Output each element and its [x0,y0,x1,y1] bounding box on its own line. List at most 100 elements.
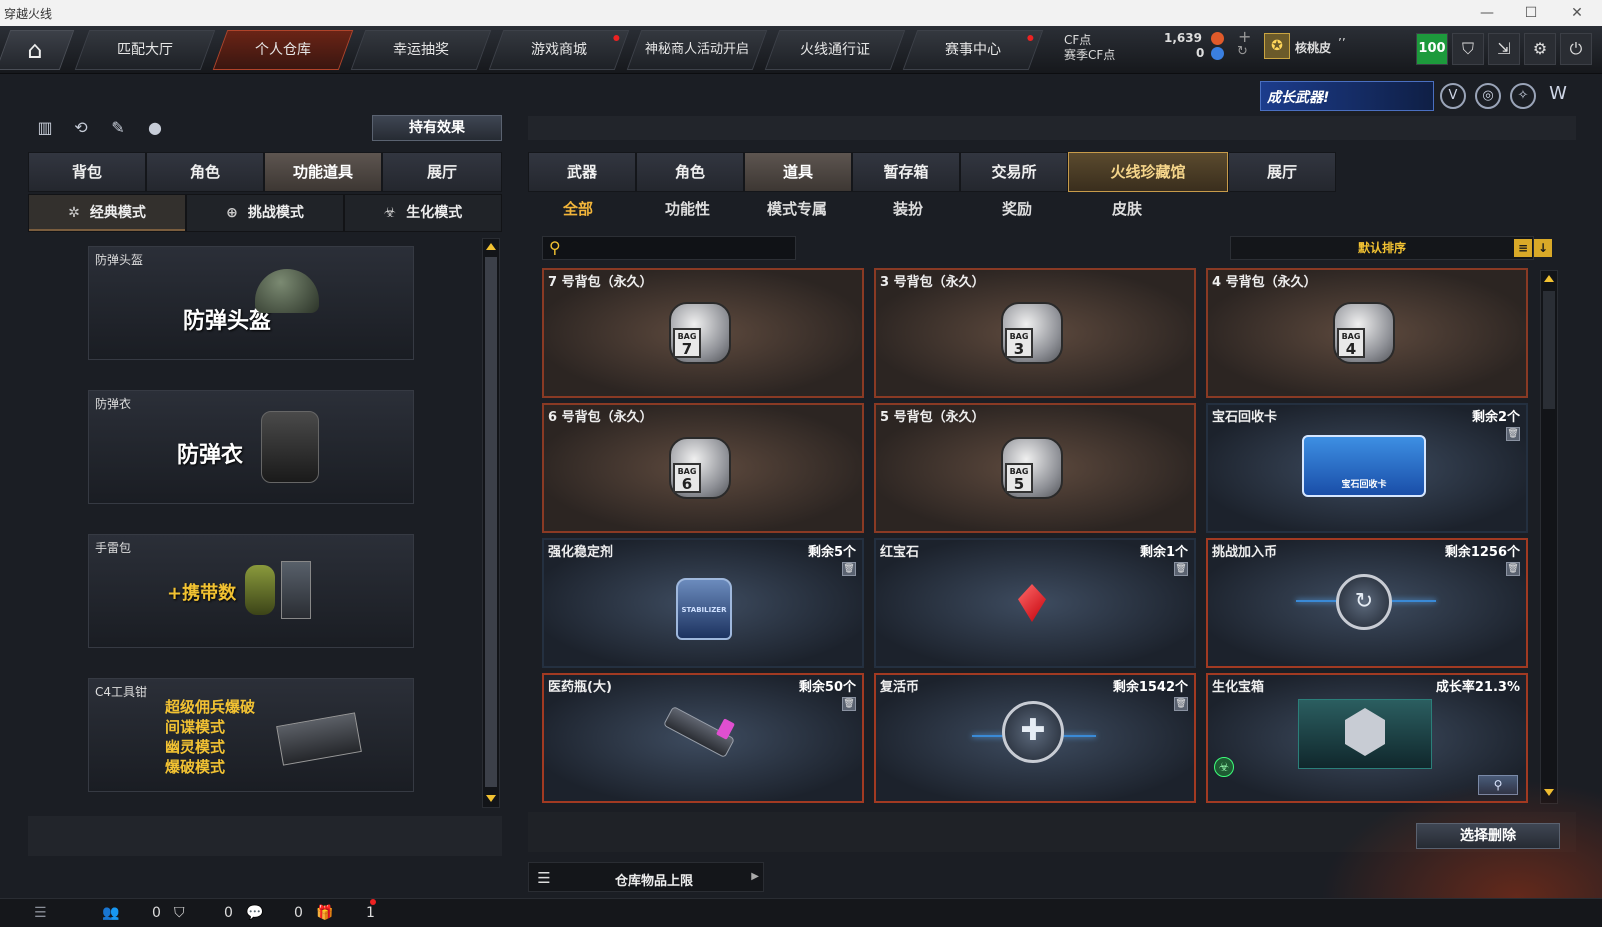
scroll-thumb[interactable] [485,257,497,787]
right-header-strip [528,116,1576,140]
nav-tab-match-hall[interactable]: 匹配大厅 [74,30,216,70]
scroll-up-icon[interactable] [486,243,496,250]
c4-mode-line: 超级佣兵爆破 [165,698,256,716]
gear-icon[interactable]: ⚙ [1524,33,1556,65]
scroll-down-icon[interactable] [486,795,496,802]
trash-icon[interactable]: 🗑 [1506,427,1520,441]
item-card-gem-recycle[interactable]: 宝石回收卡 剩余2个 🗑 宝石回收卡 [1206,403,1528,533]
item-grid-scrollbar[interactable] [1540,270,1558,804]
tab-items[interactable]: 道具 [744,152,852,192]
item-card-c4-pliers[interactable]: C4工具钳 超级佣兵爆破 间谍模式 幽灵模式 爆破模式 [88,678,414,792]
shield-icon[interactable]: ⛉ [1452,33,1484,65]
tab-exhibition[interactable]: 展厅 [1228,152,1336,192]
recycle-icon[interactable]: ⟲ [69,116,93,140]
grenade-icon[interactable]: ● [143,116,167,140]
friends-icon[interactable]: 👥 [102,905,119,921]
stats-icon[interactable]: ▥ [33,116,57,140]
refresh-icon[interactable]: ↻ [1237,44,1248,59]
nav-tab-battle-pass[interactable]: 火线通行证 [764,30,906,70]
minimize-icon[interactable]: — [1472,2,1502,24]
item-card-bag-7[interactable]: 7 号背包（永久） BAG 7 [542,268,864,398]
badge-v-icon[interactable]: V [1440,83,1466,109]
nav-tab-shop[interactable]: 游戏商城 [488,30,630,70]
list-view-icon[interactable]: ≡ [1514,239,1532,257]
tab-exchange[interactable]: 交易所 [960,152,1068,192]
w-logo-icon[interactable]: W [1545,83,1571,109]
nav-tab-lucky-draw[interactable]: 幸运抽奖 [350,30,492,70]
growth-weapon-banner[interactable]: 成长武器! [1260,81,1434,111]
storage-limit-bar[interactable]: ☰ 仓库物品上限 ▶ [528,862,764,892]
sort-desc-icon[interactable]: ↓ [1534,239,1552,257]
subtab-all[interactable]: 全部 [563,198,593,219]
mode-tab-biochem[interactable]: ☣ 生化模式 [344,194,502,232]
tab-hall[interactable]: 展厅 [382,152,502,192]
held-effects-button[interactable]: 持有效果 [372,115,502,141]
trash-icon[interactable]: 🗑 [842,697,856,711]
close-icon[interactable]: ✕ [1562,2,1592,24]
tab-character[interactable]: 角色 [146,152,264,192]
rank-badge-icon[interactable]: ✪ [1264,33,1290,59]
item-name: 红宝石 [880,545,920,560]
chip-icon[interactable]: ✧ [1510,83,1536,109]
share-icon[interactable]: ⇲ [1488,33,1520,65]
nav-tab-label: 匹配大厅 [117,42,173,58]
nav-tab-event-center[interactable]: 赛事中心 [902,30,1044,70]
tab-function-items[interactable]: 功能道具 [264,152,382,192]
mode-tab-classic[interactable]: ✲ 经典模式 [28,194,186,232]
menu-icon[interactable]: ☰ [34,905,47,921]
item-card-revive-coin[interactable]: 复活币 剩余1542个 🗑 ✚ [874,673,1196,803]
maximize-icon[interactable]: ☐ [1516,2,1546,24]
mode-tab-challenge[interactable]: ⊕ 挑战模式 [186,194,344,232]
trash-icon[interactable]: 🗑 [842,562,856,576]
c4-pliers-icon [276,712,362,766]
subtab-functional[interactable]: 功能性 [665,198,710,219]
tab-weapons[interactable]: 武器 [528,152,636,192]
item-card-bag-6[interactable]: 6 号背包（永久） BAG 6 [542,403,864,533]
item-card-stabilizer[interactable]: 强化稳定剂 剩余5个 🗑 STABILIZER [542,538,864,668]
item-card-medkit-large[interactable]: 医药瓶(大) 剩余50个 🗑 [542,673,864,803]
subtab-rewards[interactable]: 奖励 [1002,198,1032,219]
mode-tab-label: 挑战模式 [247,205,304,221]
item-card-vest[interactable]: 防弹衣 防弹衣 [88,390,414,504]
globe-icon[interactable]: ◎ [1475,83,1501,109]
tab-collection-hall[interactable]: 火线珍藏馆 [1068,152,1228,192]
item-card-bag-5[interactable]: 5 号背包（永久） BAG 5 [874,403,1196,533]
clan-shield-icon[interactable]: ⛉ [174,905,185,921]
bag-number: 4 [1345,340,1357,358]
left-scrollbar[interactable] [482,238,500,808]
grenade-icon [245,565,275,615]
level-badge[interactable]: 100 [1416,33,1448,65]
subtab-skins[interactable]: 皮肤 [1112,198,1142,219]
item-card-ruby[interactable]: 红宝石 剩余1个 🗑 [874,538,1196,668]
chat-icon[interactable]: 💬 [246,905,263,921]
trash-icon[interactable]: 🗑 [1506,562,1520,576]
item-card-challenge-coin[interactable]: 挑战加入币 剩余1256个 🗑 ↻ [1206,538,1528,668]
nav-tab-inventory[interactable]: 个人仓库 [212,30,354,70]
backpack-icon: BAG 4 [1333,302,1395,364]
scroll-thumb[interactable] [1543,291,1555,409]
subtab-mode-exclusive[interactable]: 模式专属 [767,198,827,219]
tab-backpack[interactable]: 背包 [28,152,146,192]
user-name[interactable]: 核桃皮 [1295,39,1331,56]
item-card-helmet[interactable]: 防弹头盔 防弹头盔 [88,246,414,360]
item-quantity: 剩余50个 [798,680,856,695]
tab-temp-storage[interactable]: 暂存箱 [852,152,960,192]
select-delete-button[interactable]: 选择删除 [1416,823,1560,849]
sort-dropdown[interactable]: 默认排序 [1230,236,1534,260]
gift-icon[interactable]: 🎁 [316,905,333,921]
scroll-up-icon[interactable] [1544,275,1554,282]
power-icon[interactable]: ⏻ [1560,33,1592,65]
home-button[interactable]: ⌂ [0,30,75,70]
item-quantity: 剩余2个 [1471,410,1520,425]
tab-roles[interactable]: 角色 [636,152,744,192]
search-input[interactable]: ⚲ [542,236,796,260]
item-card-grenade-pack[interactable]: 手雷包 +携带数 [88,534,414,648]
item-name: 6 号背包（永久） [548,410,653,425]
repair-icon[interactable]: ✎ [106,116,130,140]
trash-icon[interactable]: 🗑 [1174,562,1188,576]
item-card-bag-3[interactable]: 3 号背包（永久） BAG 3 [874,268,1196,398]
nav-tab-mystery-merchant[interactable]: 神秘商人活动开启 [626,30,768,70]
trash-icon[interactable]: 🗑 [1174,697,1188,711]
item-card-bag-4[interactable]: 4 号背包（永久） BAG 4 [1206,268,1528,398]
subtab-outfit[interactable]: 装扮 [893,198,923,219]
